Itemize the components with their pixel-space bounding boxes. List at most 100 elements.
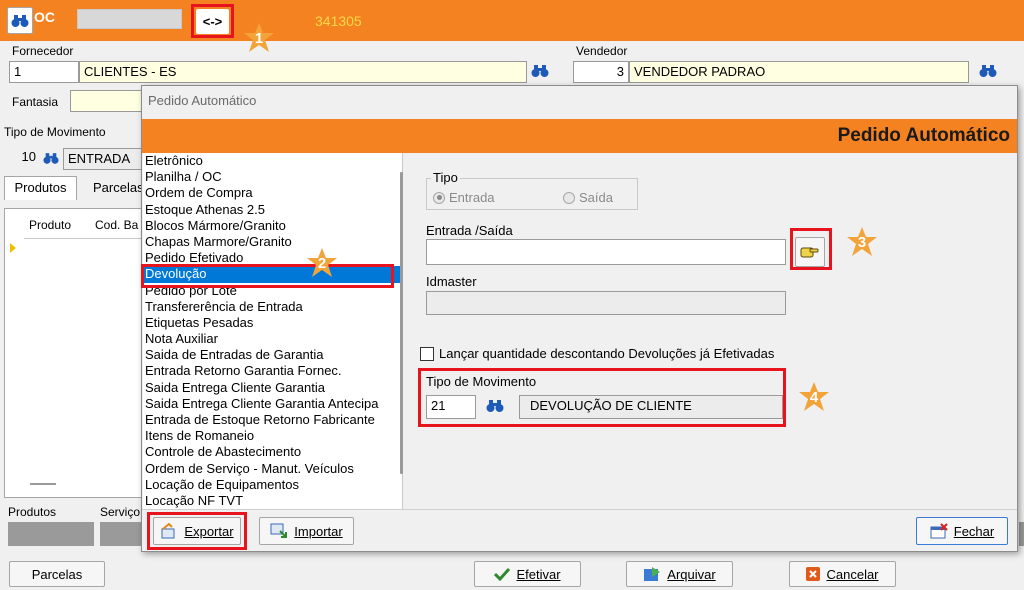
fornecedor-name-field[interactable]: CLIENTES - ES xyxy=(79,61,527,83)
step-badge-1: 1 xyxy=(243,22,275,54)
list-item[interactable]: Nota Auxiliar xyxy=(143,331,402,347)
radio-entrada[interactable]: Entrada xyxy=(433,190,495,205)
export-icon xyxy=(161,523,175,539)
close-window-icon xyxy=(930,523,948,539)
import-type-list[interactable]: Eletrônico Planilha / OC Ordem de Compra Es… xyxy=(143,153,403,509)
fornecedor-code-field[interactable]: 1 xyxy=(9,61,79,83)
archive-icon xyxy=(644,567,661,581)
list-item[interactable]: Pedido Efetivado xyxy=(143,250,402,266)
cancelar-button[interactable]: Cancelar xyxy=(789,561,896,587)
dialog-window-title: Pedido Automático xyxy=(148,93,257,108)
totals-box-produtos xyxy=(8,522,94,546)
binoculars-icon xyxy=(11,14,29,27)
step-badge-1-label: 1 xyxy=(254,29,264,47)
tipo-movimento-dialog-code[interactable]: 21 xyxy=(426,395,476,419)
toggle-arrows-button[interactable]: <-> xyxy=(196,9,229,34)
radio-saida[interactable]: Saída xyxy=(563,190,613,205)
tab-parcelas[interactable]: Parcelas xyxy=(93,180,144,195)
fantasia-field[interactable] xyxy=(70,90,148,112)
list-item[interactable]: Etiquetas Pesadas xyxy=(143,315,402,331)
list-item[interactable]: Chapas Marmore/Granito xyxy=(143,234,402,250)
fornecedor-search-icon[interactable] xyxy=(531,64,549,81)
list-item[interactable]: Entrada Retorno Garantia Fornec. xyxy=(143,363,402,379)
step-badge-2-label: 2 xyxy=(317,254,327,272)
step-badge-3: 3 xyxy=(846,226,878,258)
totals-box-servico xyxy=(100,522,146,546)
list-item[interactable]: Saida de Entradas de Garantia xyxy=(143,347,402,363)
entrada-saida-label: Entrada /Saída xyxy=(426,223,513,238)
totals-label-produtos: Produtos xyxy=(8,505,57,519)
step-badge-3-label: 3 xyxy=(857,233,867,251)
dialog-header-title: Pedido Automático xyxy=(837,125,1010,146)
list-item[interactable]: Estoque Athenas 2.5 xyxy=(143,202,402,218)
list-item[interactable]: Pedido por Lote xyxy=(143,283,402,299)
radio-saida-label: Saída xyxy=(579,190,613,205)
grid-row-marker-icon xyxy=(10,243,16,253)
tipo-movimento-label: Tipo de Movimento xyxy=(4,125,106,139)
fantasia-label: Fantasia xyxy=(12,95,59,109)
select-entrada-button[interactable] xyxy=(795,237,825,267)
list-item[interactable]: Entrada de Estoque Retorno Fabricante xyxy=(143,412,402,428)
list-item[interactable]: Ordem de Serviço - Manut. Veículos xyxy=(143,461,402,477)
checkbox-label: Lançar quantidade descontando Devoluções… xyxy=(439,346,775,361)
totals-box-right xyxy=(1019,522,1024,546)
vendedor-label: Vendedor xyxy=(576,44,628,58)
grid-scroll-thumb[interactable] xyxy=(30,483,56,485)
exportar-button[interactable]: Exportar xyxy=(153,517,241,545)
radio-entrada-label: Entrada xyxy=(449,190,495,205)
parcelas-button[interactable]: Parcelas xyxy=(9,561,105,587)
list-item[interactable]: Eletrônico xyxy=(143,153,402,169)
grid-header-produto: Produto xyxy=(29,218,72,232)
entrada-saida-field[interactable] xyxy=(426,239,786,265)
list-item[interactable]: Saida Entrega Cliente Garantia Antecipa xyxy=(143,396,402,412)
vendedor-name-field[interactable]: VENDEDOR PADRAO xyxy=(629,61,969,83)
list-item[interactable]: Transfererência de Entrada xyxy=(143,299,402,315)
list-item[interactable]: Controle de Abastecimento xyxy=(143,444,402,460)
list-item[interactable]: Ordem de Compra xyxy=(143,185,402,201)
idmaster-field xyxy=(426,291,786,315)
fechar-button-label: Fechar xyxy=(953,523,995,539)
list-item[interactable]: Blocos Mármore/Granito xyxy=(143,218,402,234)
idmaster-label: Idmaster xyxy=(426,274,477,289)
vendedor-code-field[interactable]: 3 xyxy=(573,61,629,83)
arquivar-button[interactable]: Arquivar xyxy=(626,561,733,587)
module-label: OC xyxy=(34,9,55,25)
descontar-devolucoes-checkbox[interactable]: Lançar quantidade descontando Devoluções… xyxy=(420,346,774,361)
list-item[interactable]: Locação NF TVT xyxy=(143,493,402,509)
step-badge-4-label: 4 xyxy=(809,388,819,406)
fechar-button[interactable]: Fechar xyxy=(916,517,1008,545)
tipo-group-label: Tipo xyxy=(431,170,460,185)
parcelas-button-label: Parcelas xyxy=(31,566,83,582)
list-item[interactable]: Locação de Equipamentos xyxy=(143,477,402,493)
arquivar-button-label: Arquivar xyxy=(667,566,716,582)
list-item[interactable]: Devolução xyxy=(143,266,402,283)
tipo-movimento-dialog-name: DEVOLUÇÃO DE CLIENTE xyxy=(519,395,783,419)
tab-produtos[interactable]: Produtos xyxy=(4,176,77,200)
search-button[interactable] xyxy=(7,7,33,34)
efetivar-button[interactable]: Efetivar xyxy=(474,561,581,587)
step-badge-4: 4 xyxy=(798,381,830,413)
title-input[interactable] xyxy=(77,9,182,29)
fornecedor-label: Fornecedor xyxy=(12,44,74,58)
check-icon xyxy=(494,567,511,581)
tipo-movimento-search-icon[interactable] xyxy=(43,152,59,168)
products-grid xyxy=(4,208,146,498)
checkbox-box xyxy=(420,346,434,361)
grid-header-divider xyxy=(24,238,146,239)
radio-saida-indicator xyxy=(563,191,575,204)
list-item[interactable]: Planilha / OC xyxy=(143,169,402,185)
list-item[interactable]: Saida Entrega Cliente Garantia xyxy=(143,380,402,396)
tipo-movimento-dialog-search-icon[interactable] xyxy=(486,399,504,416)
exportar-button-label: Exportar xyxy=(184,523,234,539)
list-item[interactable]: Itens de Romaneio xyxy=(143,428,402,444)
tipo-movimento-dialog-label: Tipo de Movimento xyxy=(426,374,537,389)
tipo-movimento-code[interactable]: 10 xyxy=(4,147,40,169)
radio-entrada-indicator xyxy=(433,191,445,204)
importar-button[interactable]: Importar xyxy=(259,517,354,545)
list-scrollbar[interactable] xyxy=(400,172,403,474)
grid-header-codbarras: Cod. Ba xyxy=(95,218,139,232)
step-badge-2: 2 xyxy=(306,247,338,279)
pointing-hand-icon xyxy=(800,247,819,258)
vendedor-search-icon[interactable] xyxy=(979,64,997,81)
importar-button-label: Importar xyxy=(294,523,343,539)
